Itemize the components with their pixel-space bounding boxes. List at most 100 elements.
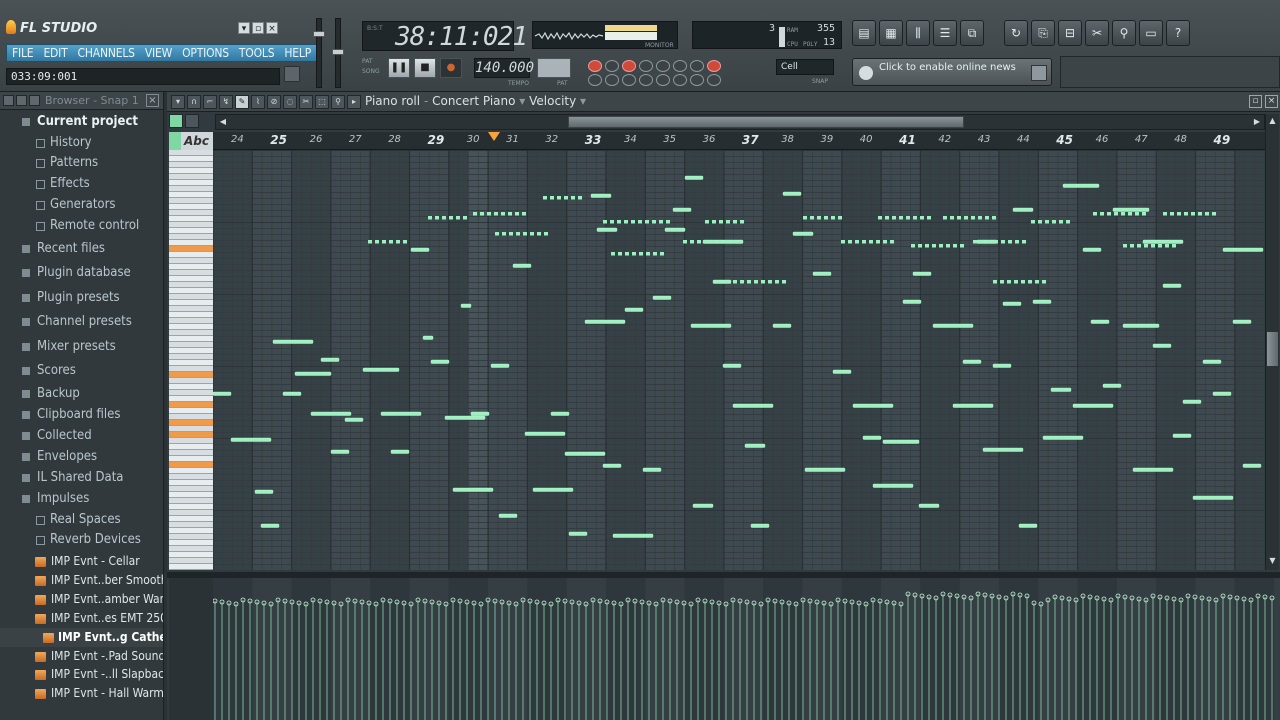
scroll-icon[interactable] (605, 74, 619, 86)
close-icon[interactable]: × (146, 94, 159, 107)
short-note[interactable] (502, 232, 506, 236)
short-note[interactable] (747, 280, 751, 284)
short-note[interactable] (1008, 240, 1012, 244)
short-note[interactable] (726, 220, 730, 224)
short-note[interactable] (624, 220, 628, 224)
brush-icon[interactable]: ⌇ (251, 95, 265, 109)
browser-item-envelopes[interactable]: Envelopes (0, 447, 163, 467)
note[interactable] (1182, 399, 1202, 404)
note[interactable] (664, 227, 686, 232)
note[interactable] (444, 415, 486, 420)
pattern-selector[interactable] (537, 58, 571, 78)
note[interactable] (982, 447, 1024, 452)
short-note[interactable] (632, 252, 636, 256)
arrow-icon[interactable] (690, 74, 704, 86)
note[interactable] (684, 175, 704, 180)
snap-icon[interactable]: ⌐ (203, 95, 217, 109)
play-icon[interactable]: ▸ (347, 95, 361, 109)
short-note[interactable] (508, 212, 512, 216)
short-note[interactable] (690, 240, 694, 244)
blend-notes-icon[interactable] (639, 60, 653, 72)
scroll-down-icon[interactable]: ▼ (1267, 556, 1278, 568)
short-note[interactable] (946, 244, 950, 248)
short-note[interactable] (564, 196, 568, 200)
short-note[interactable] (652, 220, 656, 224)
note-grid-canvas[interactable] (213, 150, 1265, 570)
piano-roll-icon[interactable]: ⫼ (906, 20, 930, 46)
short-note[interactable] (515, 212, 519, 216)
short-note[interactable] (1052, 220, 1056, 224)
short-note[interactable] (1038, 220, 1042, 224)
short-note[interactable] (1028, 280, 1032, 284)
short-note[interactable] (1137, 244, 1141, 248)
undo-icon[interactable]: ↻ (1004, 20, 1028, 46)
note[interactable] (782, 191, 802, 196)
note[interactable] (624, 307, 644, 312)
impulse-file-item[interactable]: IMP Evnt..es EMT 250 (0, 609, 163, 628)
short-note[interactable] (1128, 212, 1132, 216)
short-note[interactable] (950, 216, 954, 220)
short-note[interactable] (653, 252, 657, 256)
impulse-file-item[interactable]: IMP Evnt..ber Smooth (0, 571, 163, 590)
note[interactable] (1212, 391, 1232, 396)
note[interactable] (692, 503, 714, 508)
short-note[interactable] (1121, 212, 1125, 216)
search-icon[interactable]: ⚲ (1112, 20, 1136, 46)
browser-item-plugin-database[interactable]: Plugin database (0, 263, 163, 283)
stop-button[interactable]: ■ (414, 58, 436, 78)
short-note[interactable] (705, 220, 709, 224)
note[interactable] (470, 411, 490, 416)
short-note[interactable] (876, 240, 880, 244)
note[interactable] (1072, 403, 1114, 408)
browser-item-effects[interactable]: Effects (0, 174, 163, 194)
master-volume-slider[interactable] (313, 18, 325, 88)
short-note[interactable] (537, 232, 541, 236)
save-icon[interactable]: ⎘ (1031, 20, 1055, 46)
short-note[interactable] (973, 240, 977, 244)
short-note[interactable] (1107, 212, 1111, 216)
short-note[interactable] (495, 232, 499, 236)
short-note[interactable] (971, 216, 975, 220)
short-note[interactable] (1151, 244, 1155, 248)
short-note[interactable] (817, 216, 821, 220)
browser-item-reverb-devices[interactable]: Reverb Devices (0, 530, 163, 550)
short-note[interactable] (927, 216, 931, 220)
browser-forward-icon[interactable] (29, 95, 40, 106)
short-note[interactable] (1031, 220, 1035, 224)
short-note[interactable] (522, 212, 526, 216)
short-note[interactable] (1022, 240, 1026, 244)
short-note[interactable] (993, 280, 997, 284)
short-note[interactable] (389, 240, 393, 244)
short-note[interactable] (899, 216, 903, 220)
master-pitch-slider[interactable] (332, 18, 344, 88)
short-note[interactable] (442, 216, 446, 220)
maximize-icon[interactable]: ▫ (1249, 95, 1262, 108)
browser-item-impulses[interactable]: Impulses (0, 489, 163, 509)
short-note[interactable] (980, 240, 984, 244)
short-note[interactable] (892, 216, 896, 220)
short-note[interactable] (1144, 244, 1148, 248)
horizontal-scrollbar[interactable]: ◀ ▶ (215, 114, 1265, 130)
browser-item-backup[interactable]: Backup (0, 384, 163, 404)
short-note[interactable] (978, 216, 982, 220)
short-note[interactable] (960, 244, 964, 248)
short-note[interactable] (1059, 220, 1063, 224)
note[interactable] (672, 207, 692, 212)
note[interactable] (902, 299, 922, 304)
short-note[interactable] (1007, 280, 1011, 284)
note[interactable] (1122, 323, 1160, 328)
note[interactable] (584, 319, 626, 324)
short-note[interactable] (992, 216, 996, 220)
browser-item-plugin-presets[interactable]: Plugin presets (0, 288, 163, 308)
scroll-right-icon[interactable]: ▶ (1251, 116, 1263, 128)
tempo-display[interactable]: 140.000 (474, 58, 534, 78)
piano-keyboard[interactable] (169, 150, 213, 570)
short-note[interactable] (645, 220, 649, 224)
note[interactable] (602, 463, 622, 468)
short-note[interactable] (803, 216, 807, 220)
note[interactable] (310, 411, 352, 416)
playback-icon[interactable]: ↯ (219, 95, 233, 109)
dropdown-icon[interactable]: ▾ (238, 22, 250, 34)
short-note[interactable] (666, 220, 670, 224)
note[interactable] (722, 363, 742, 368)
